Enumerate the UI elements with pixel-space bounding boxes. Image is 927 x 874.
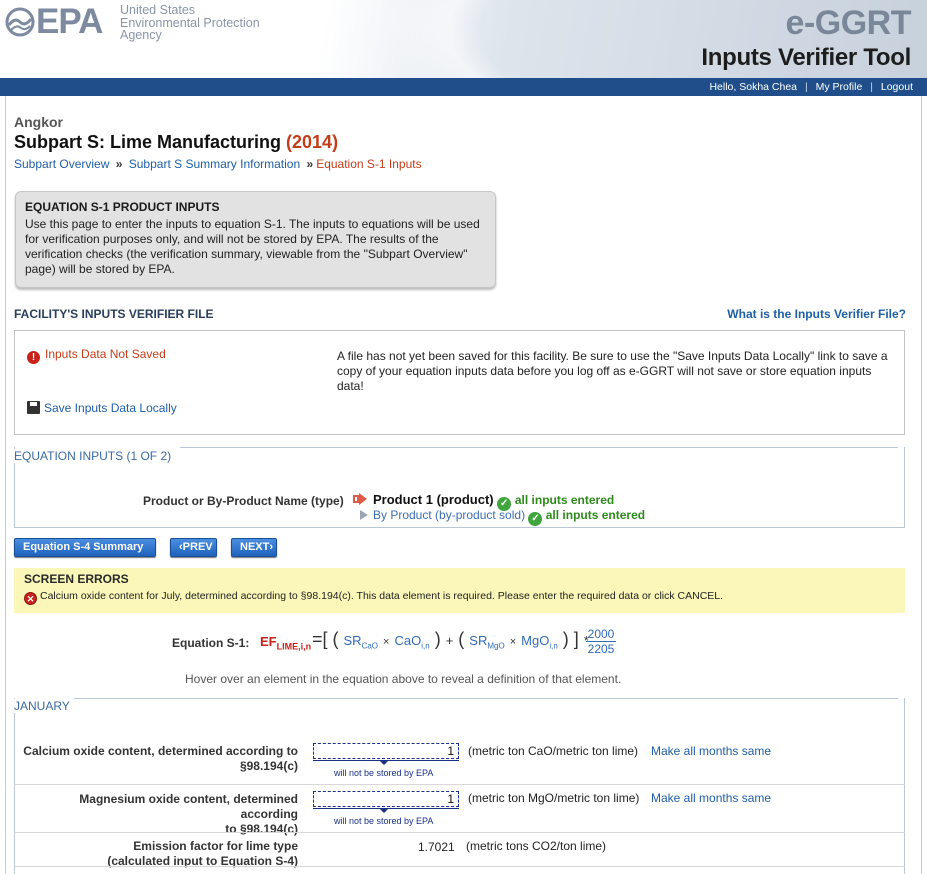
save-inputs-locally[interactable]: Save Inputs Data Locally: [27, 401, 177, 415]
logout-link[interactable]: Logout: [881, 81, 913, 93]
mgo-content-label: Magnesium oxide content, determined acco…: [79, 792, 298, 836]
make-all-months-same-mgo[interactable]: Make all months same: [651, 791, 771, 805]
facility-name: Angkor: [14, 114, 63, 130]
make-all-months-same-cao[interactable]: Make all months same: [651, 744, 771, 758]
cao-unit: (metric ton CaO/metric ton lime): [468, 744, 639, 758]
instructions-box: EQUATION S-1 PRODUCT INPUTS Use this pag…: [15, 191, 496, 288]
cao-content-label: Calcium oxide content, determined accord…: [23, 744, 298, 773]
row-divider: [14, 784, 905, 785]
my-profile-link[interactable]: My Profile: [816, 81, 863, 93]
file-message: A file has not yet been saved for this f…: [337, 349, 888, 393]
row-divider: [14, 866, 905, 867]
mgo-content-input[interactable]: 1: [313, 791, 459, 807]
not-saved-status: ! Inputs Data Not Saved: [27, 347, 166, 364]
file-section-heading: FACILITY'S INPUTS VERIFIER FILE: [14, 307, 214, 321]
agency-name: United States Environmental Protection A…: [120, 3, 260, 42]
save-icon: [27, 401, 40, 414]
not-stored-note: will not be stored by EPA: [334, 816, 434, 826]
not-stored-note: will not be stored by EPA: [334, 768, 434, 778]
equation-ef-term[interactable]: EFLIME,i,n: [260, 634, 311, 652]
epa-flower-icon: [5, 7, 35, 37]
error-icon: !: [27, 351, 40, 364]
app-subtitle: Inputs Verifier Tool: [701, 44, 911, 71]
reporting-year: (2014): [286, 132, 339, 152]
breadcrumb-summary-information[interactable]: Subpart S Summary Information: [129, 157, 300, 171]
user-bar: Hello, Sokha Chea | My Profile | Logout: [0, 78, 927, 96]
month-heading: JANUARY: [14, 699, 76, 713]
what-is-inputs-verifier-link[interactable]: What is the Inputs Verifier File?: [727, 307, 906, 321]
screen-error-message: ✕ Calcium oxide content for July, determi…: [24, 590, 895, 605]
equation-body: =[ ( SRCaO × CaOi,n ) + ( SRMgO × MgOi,n…: [312, 629, 589, 651]
user-greeting: Hello, Sokha Chea: [709, 81, 798, 93]
current-product-pointer-icon: [353, 493, 367, 505]
equation-s4-summary-button[interactable]: Equation S-4 Summary: [14, 538, 156, 557]
arrow-right-icon: [360, 510, 368, 520]
separator: |: [870, 81, 873, 93]
breadcrumb-current: Equation S-1 Inputs: [316, 157, 422, 171]
breadcrumb-subpart-overview[interactable]: Subpart Overview: [14, 157, 109, 171]
inputs-verifier-file-box: ! Inputs Data Not Saved Save Inputs Data …: [14, 330, 905, 435]
byproduct-item[interactable]: By Product (by-product sold) ✓ all input…: [373, 508, 645, 526]
emission-factor-label: Emission factor for lime type (calculate…: [107, 839, 298, 868]
error-x-icon: ✕: [24, 592, 37, 605]
mgo-unit: (metric ton MgO/metric ton lime): [468, 791, 640, 805]
product-1-status: all inputs entered: [514, 493, 615, 507]
prev-button[interactable]: ‹PREV: [170, 538, 217, 557]
screen-errors-panel: SCREEN ERRORS ✕ Calcium oxide content for…: [14, 568, 905, 613]
next-button[interactable]: NEXT›: [231, 538, 277, 557]
conversion-fraction[interactable]: 2000 2205: [586, 627, 616, 656]
tab-border: [180, 447, 898, 448]
app-name: e-GGRT: [785, 4, 912, 42]
emission-factor-value: 1.7021: [418, 840, 455, 854]
equation-label: Equation S-1:: [172, 636, 250, 650]
equation-inputs-heading: EQUATION INPUTS (1 OF 2): [14, 449, 178, 463]
instructions-text: Use this page to enter the inputs to equ…: [25, 217, 480, 276]
instructions-title: EQUATION S-1 PRODUCT INPUTS: [25, 200, 220, 214]
breadcrumb: Subpart Overview » Subpart S Summary Inf…: [14, 157, 422, 171]
row-divider: [14, 832, 905, 833]
checkmark-icon: ✓: [528, 512, 543, 526]
equation-sr-cao-term[interactable]: SRCaO: [344, 633, 379, 651]
tab-border: [74, 698, 898, 699]
equation-sr-mgo-term[interactable]: SRMgO: [469, 633, 504, 651]
screen-errors-title: SCREEN ERRORS: [24, 572, 129, 586]
separator: |: [804, 81, 808, 93]
equation-cao-term[interactable]: CaOi,n: [395, 633, 430, 651]
equation-mgo-term[interactable]: MgOi,n: [521, 633, 558, 651]
cao-content-input[interactable]: 1: [313, 743, 459, 759]
page-title: Subpart S: Lime Manufacturing (2014): [14, 132, 339, 152]
byproduct-status: all inputs entered: [545, 508, 646, 522]
equation-hover-note: Hover over an element in the equation ab…: [185, 672, 622, 686]
emission-factor-unit: (metric tons CO2/ton lime): [466, 839, 607, 853]
save-inputs-locally-link[interactable]: Save Inputs Data Locally: [44, 401, 177, 415]
site-header: EPA United States Environmental Protecti…: [0, 0, 927, 78]
epa-logo-text: EPA: [36, 2, 103, 41]
product-name-label: Product or By-Product Name (type): [143, 494, 344, 508]
